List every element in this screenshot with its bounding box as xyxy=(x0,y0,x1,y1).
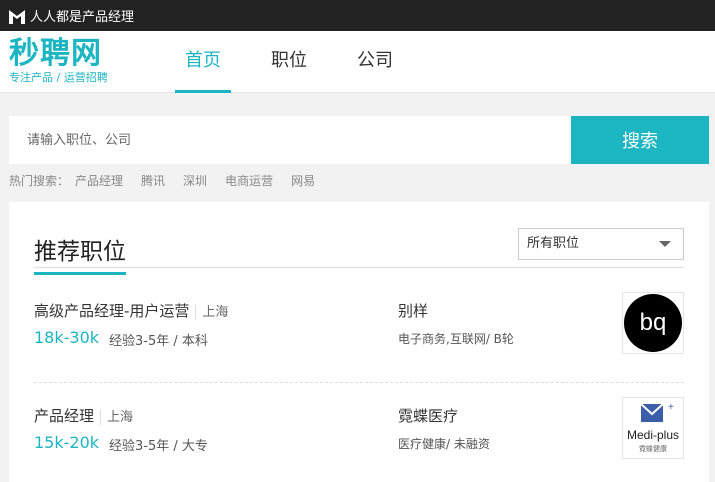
job-salary: 15k-20k xyxy=(34,433,100,452)
company-logo[interactable]: bq xyxy=(622,292,684,354)
job-salary: 18k-30k xyxy=(34,328,100,347)
site-name[interactable]: 人人都是产品经理 xyxy=(30,6,134,25)
company-name[interactable]: 别样 xyxy=(398,300,428,321)
header: 秒聘网 专注产品 / 运营招聘 首页 职位 公司 xyxy=(0,31,715,93)
job-title[interactable]: 高级产品经理-用户运营 xyxy=(34,302,189,320)
hot-search-item[interactable]: 腾讯 xyxy=(141,172,165,189)
tab-home[interactable]: 首页 xyxy=(175,31,231,93)
tab-companies[interactable]: 公司 xyxy=(347,31,403,93)
panel-title: 推荐职位 xyxy=(34,232,126,275)
job-item[interactable]: 高级产品经理-用户运营 上海 18k-30k 经验3-5年 / 本科 别样 电子商… xyxy=(34,292,684,384)
bq-logo-icon: bq xyxy=(624,294,682,352)
recommended-jobs-panel: 推荐职位 所有职位 高级产品经理-用户运营 上海 18k-30k 经验3-5年 /… xyxy=(9,202,709,482)
company-logo-subtext: 霓蝶健康 xyxy=(639,444,667,453)
company-name[interactable]: 霓蝶医疗 xyxy=(398,405,458,426)
job-filter-select[interactable]: 所有职位 xyxy=(518,228,684,260)
hot-search-item[interactable]: 产品经理 xyxy=(75,172,123,189)
brand-logo[interactable]: 秒聘网 专注产品 / 运营招聘 xyxy=(9,37,139,85)
company-industry: 电子商务,互联网/ B轮 xyxy=(398,332,514,346)
svg-text:+: + xyxy=(668,402,674,413)
job-requirements: 经验3-5年 / 大专 xyxy=(109,439,208,454)
divider xyxy=(34,267,684,268)
hot-search-item[interactable]: 电商运营 xyxy=(225,172,273,189)
tab-jobs[interactable]: 职位 xyxy=(261,31,317,93)
job-separator xyxy=(34,382,684,383)
hot-searches: 热门搜索： 产品经理 腾讯 深圳 电商运营 网易 xyxy=(9,172,333,189)
job-title-row: 产品经理 上海 xyxy=(34,405,134,426)
company-logo[interactable]: + Medi-plus 霓蝶健康 xyxy=(622,397,684,459)
medi-plus-logo-icon: + Medi-plus 霓蝶健康 xyxy=(627,402,679,453)
m-logo-icon[interactable] xyxy=(8,7,26,25)
search-input[interactable] xyxy=(9,116,571,164)
job-city: 上海 xyxy=(195,305,229,320)
top-bar: 人人都是产品经理 xyxy=(0,0,715,31)
company-logo-text: Medi-plus xyxy=(627,428,679,442)
company-industry: 医疗健康/ 未融资 xyxy=(398,437,490,451)
chevron-down-icon xyxy=(659,241,671,247)
job-item[interactable]: 产品经理 上海 15k-20k 经验3-5年 / 大专 霓蝶医疗 医疗健康/ 未融… xyxy=(34,397,684,482)
job-city: 上海 xyxy=(100,410,134,425)
brand-slogan: 专注产品 / 运营招聘 xyxy=(9,71,108,84)
search-bar: 搜索 xyxy=(9,116,709,164)
brand-name: 秒聘网 xyxy=(9,37,102,70)
main-nav: 首页 职位 公司 xyxy=(175,31,433,93)
hot-searches-label: 热门搜索： xyxy=(9,174,70,188)
company-logo-text: bq xyxy=(640,309,667,336)
job-filter-value: 所有职位 xyxy=(527,236,580,251)
search-button[interactable]: 搜索 xyxy=(571,116,709,164)
job-requirements: 经验3-5年 / 本科 xyxy=(109,334,208,349)
hot-search-item[interactable]: 网易 xyxy=(291,172,315,189)
hot-search-item[interactable]: 深圳 xyxy=(183,172,207,189)
job-title[interactable]: 产品经理 xyxy=(34,407,94,425)
job-title-row: 高级产品经理-用户运营 上海 xyxy=(34,300,229,321)
